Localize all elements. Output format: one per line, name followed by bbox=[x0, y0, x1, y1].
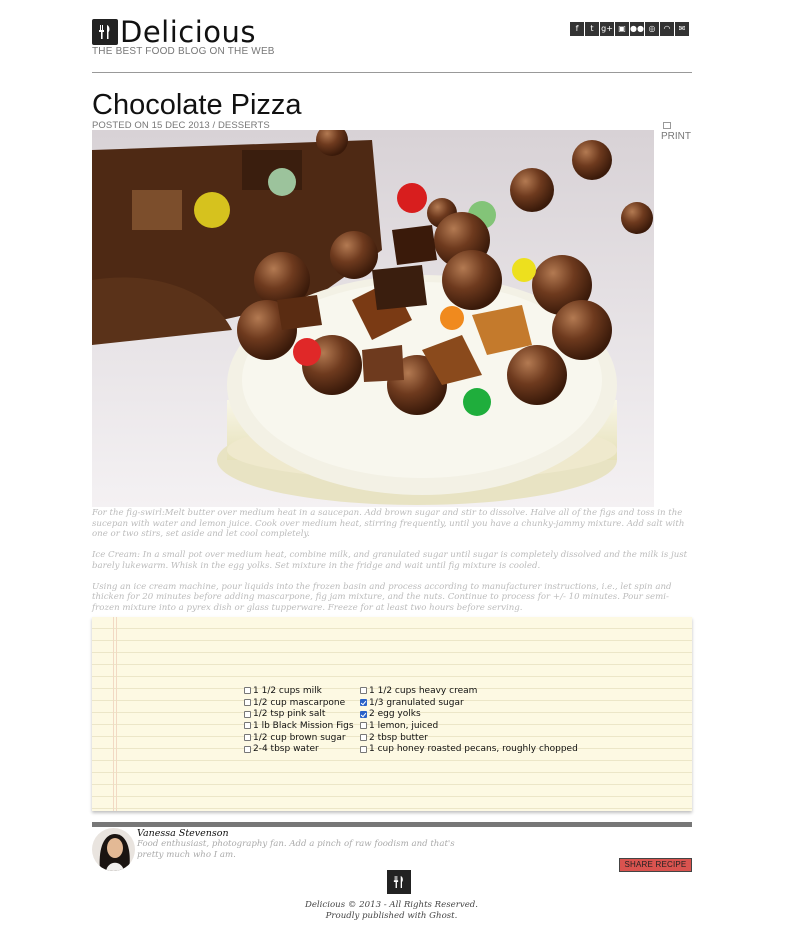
instructions-paragraph: Using an ice cream machine, pour liquids… bbox=[92, 581, 672, 613]
ingredient-checkbox[interactable] bbox=[360, 687, 367, 695]
ingredient-item[interactable]: 1 lemon, juiced bbox=[360, 720, 578, 732]
site-title: Delicious bbox=[120, 15, 257, 49]
ingredient-item[interactable]: 1 lb Black Mission Figs bbox=[244, 720, 354, 732]
ingredient-checkbox[interactable] bbox=[244, 687, 251, 695]
twitter-icon[interactable]: t bbox=[585, 22, 599, 36]
print-label: PRINT bbox=[661, 131, 691, 142]
ingredient-checkbox[interactable] bbox=[360, 745, 367, 753]
site-logo[interactable]: Delicious bbox=[92, 17, 256, 47]
google-plus-icon[interactable]: g+ bbox=[600, 22, 614, 36]
print-button[interactable]: PRINT bbox=[661, 122, 691, 142]
notepad-margin-line bbox=[113, 617, 114, 811]
author-divider bbox=[92, 822, 692, 827]
ingredient-checkbox[interactable] bbox=[244, 745, 251, 753]
ingredient-item[interactable]: 1 1/2 cups milk bbox=[244, 685, 354, 697]
ingredient-checkbox[interactable] bbox=[244, 734, 251, 742]
dribbble-icon[interactable]: ◎ bbox=[645, 22, 659, 36]
facebook-icon[interactable]: f bbox=[570, 22, 584, 36]
footer-powered-by: Proudly published with Ghost. bbox=[325, 911, 458, 921]
share-recipe-button[interactable]: SHARE RECIPE bbox=[619, 858, 692, 872]
notepad-margin-line bbox=[116, 617, 117, 811]
ingredients-left-column: 1 1/2 cups milk 1/2 cup mascarpone 1/2 t… bbox=[244, 685, 354, 755]
ingredient-checkbox-checked[interactable] bbox=[360, 699, 367, 707]
flickr-icon[interactable]: ●● bbox=[630, 22, 644, 36]
recipe-instructions: For the fig-swirl:Melt butter over mediu… bbox=[92, 508, 692, 624]
ingredients-notepad: 1 1/2 cups milk 1/2 cup mascarpone 1/2 t… bbox=[92, 617, 692, 811]
ingredient-item[interactable]: 1/3 granulated sugar bbox=[360, 697, 578, 709]
instagram-icon[interactable]: ▣ bbox=[615, 22, 629, 36]
site-tagline: THE BEST FOOD BLOG ON THE WEB bbox=[92, 46, 275, 57]
ingredient-checkbox[interactable] bbox=[360, 734, 367, 742]
social-links: f t g+ ▣ ●● ◎ ◠ ✉ bbox=[570, 22, 689, 36]
author-avatar bbox=[92, 828, 135, 871]
author-name: Vanessa Stevenson bbox=[137, 828, 229, 839]
instructions-paragraph: For the fig-swirl:Melt butter over mediu… bbox=[92, 508, 685, 539]
ingredient-item[interactable]: 2 egg yolks bbox=[360, 708, 578, 720]
ingredient-checkbox[interactable] bbox=[244, 699, 251, 707]
ingredient-item[interactable]: 1/2 cup brown sugar bbox=[244, 732, 354, 744]
fork-knife-icon bbox=[92, 19, 118, 45]
footer-copyright: Delicious © 2013 - All Rights Reserved. bbox=[304, 900, 479, 910]
site-footer: Delicious © 2013 - All Rights Reserved. … bbox=[0, 900, 783, 922]
printer-icon bbox=[663, 122, 671, 129]
post-hero-image bbox=[92, 130, 654, 507]
instructions-paragraph: Ice Cream: In a small pot over medium he… bbox=[92, 550, 688, 571]
ingredient-item[interactable]: 2 tbsp butter bbox=[360, 732, 578, 744]
ingredient-item[interactable]: 1 1/2 cups heavy cream bbox=[360, 685, 578, 697]
ingredient-item[interactable]: 1 cup honey roasted pecans, roughly chop… bbox=[360, 743, 578, 755]
ingredient-checkbox[interactable] bbox=[244, 722, 251, 730]
ingredient-item[interactable]: 2-4 tbsp water bbox=[244, 743, 354, 755]
ingredient-item[interactable]: 1/2 tsp pink salt bbox=[244, 708, 354, 720]
ingredient-checkbox-checked[interactable] bbox=[360, 710, 367, 718]
author-bio: Food enthusiast, photography fan. Add a … bbox=[137, 839, 455, 860]
footer-fork-knife-icon bbox=[387, 870, 411, 894]
ingredient-item[interactable]: 1/2 cup mascarpone bbox=[244, 697, 354, 709]
ingredient-checkbox[interactable] bbox=[244, 710, 251, 718]
ingredients-right-column: 1 1/2 cups heavy cream 1/3 granulated su… bbox=[360, 685, 578, 755]
header-divider bbox=[92, 72, 692, 73]
post-title: Chocolate Pizza bbox=[92, 89, 302, 121]
rss-icon[interactable]: ◠ bbox=[660, 22, 674, 36]
mail-icon[interactable]: ✉ bbox=[675, 22, 689, 36]
ingredient-checkbox[interactable] bbox=[360, 722, 367, 730]
